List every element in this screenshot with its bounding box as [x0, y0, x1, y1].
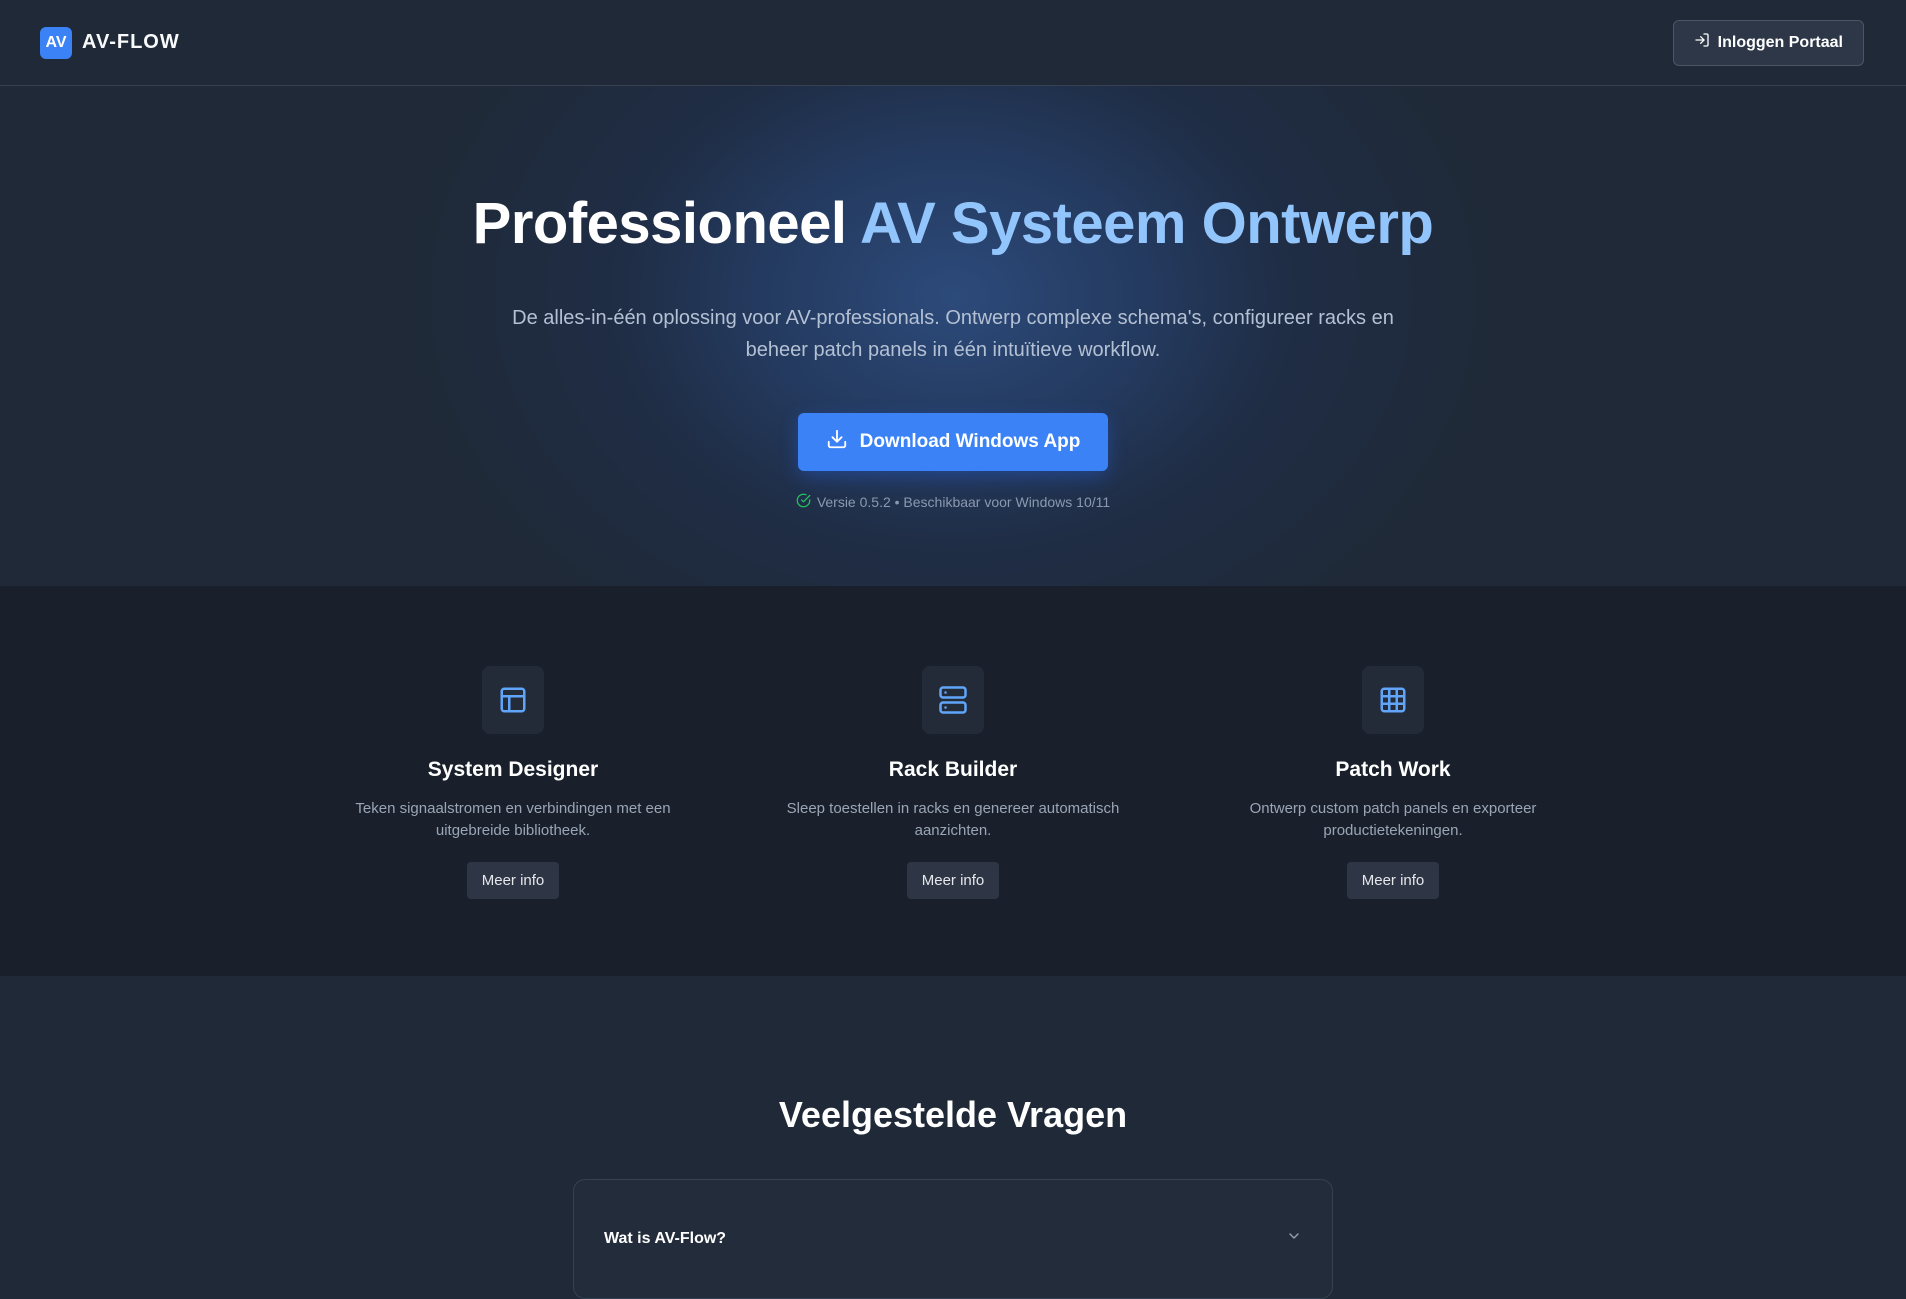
feature-description: Ontwerp custom patch panels en exporteer…	[1249, 800, 1537, 839]
more-info-button[interactable]: Meer info	[466, 862, 560, 899]
version-info: Versie 0.5.2 • Beschikbaar voor Windows …	[0, 493, 1906, 511]
faq-question: Wat is AV-Flow?	[604, 1229, 727, 1247]
brand-name: AV-FLOW	[82, 31, 180, 53]
more-info-button[interactable]: Meer info	[1346, 862, 1440, 899]
features-section: System Designer Teken signaalstromen en …	[0, 586, 1906, 976]
logo-badge: AV	[40, 26, 72, 59]
faq-item[interactable]: Wat is AV-Flow?	[604, 1228, 1302, 1249]
layout-icon	[482, 666, 544, 734]
download-label: Download Windows App	[859, 431, 1081, 452]
chevron-down-icon	[1286, 1228, 1302, 1249]
check-circle-icon	[796, 493, 811, 511]
version-text: Versie 0.5.2 • Beschikbaar voor Windows …	[816, 494, 1111, 510]
feature-card-system-designer: System Designer Teken signaalstromen en …	[333, 666, 693, 899]
feature-card-patch-work: Patch Work Ontwerp custom patch panels e…	[1213, 666, 1573, 899]
feature-description: Sleep toestellen in racks en genereer au…	[786, 800, 1120, 839]
download-windows-app-button[interactable]: Download Windows App	[798, 413, 1108, 471]
hero-subtitle: De alles-in-één oplossing voor AV-profes…	[512, 307, 1394, 361]
more-info-button[interactable]: Meer info	[906, 862, 1000, 899]
faq-card: Wat is AV-Flow?	[573, 1179, 1333, 1299]
feature-title: Rack Builder	[888, 758, 1018, 781]
login-portal-label: Inloggen Portaal	[1717, 33, 1843, 51]
hero-title: Professioneel AV Systeem Ontwerp	[0, 190, 1906, 257]
login-portal-button[interactable]: Inloggen Portaal	[1672, 19, 1864, 66]
faq-title: Veelgestelde Vragen	[778, 1094, 1128, 1135]
feature-title: Patch Work	[1335, 758, 1451, 781]
grid-icon	[1362, 666, 1424, 734]
top-navbar: AV AV-FLOW Inloggen Portaal	[0, 0, 1906, 86]
server-icon	[922, 666, 984, 734]
brand-logo[interactable]: AV AV-FLOW	[40, 26, 180, 59]
feature-title: System Designer	[427, 758, 599, 781]
feature-card-rack-builder: Rack Builder Sleep toestellen in racks e…	[773, 666, 1133, 899]
hero-section: Professioneel AV Systeem Ontwerp De alle…	[0, 86, 1906, 586]
hero-title-part1: Professioneel	[472, 191, 847, 256]
login-icon	[1694, 32, 1710, 53]
faq-section: Veelgestelde Vragen Wat is AV-Flow?	[0, 976, 1906, 1299]
feature-description: Teken signaalstromen en verbindingen met…	[355, 800, 671, 839]
hero-title-part2: AV Systeem Ontwerp	[860, 191, 1434, 256]
download-icon	[826, 428, 848, 456]
